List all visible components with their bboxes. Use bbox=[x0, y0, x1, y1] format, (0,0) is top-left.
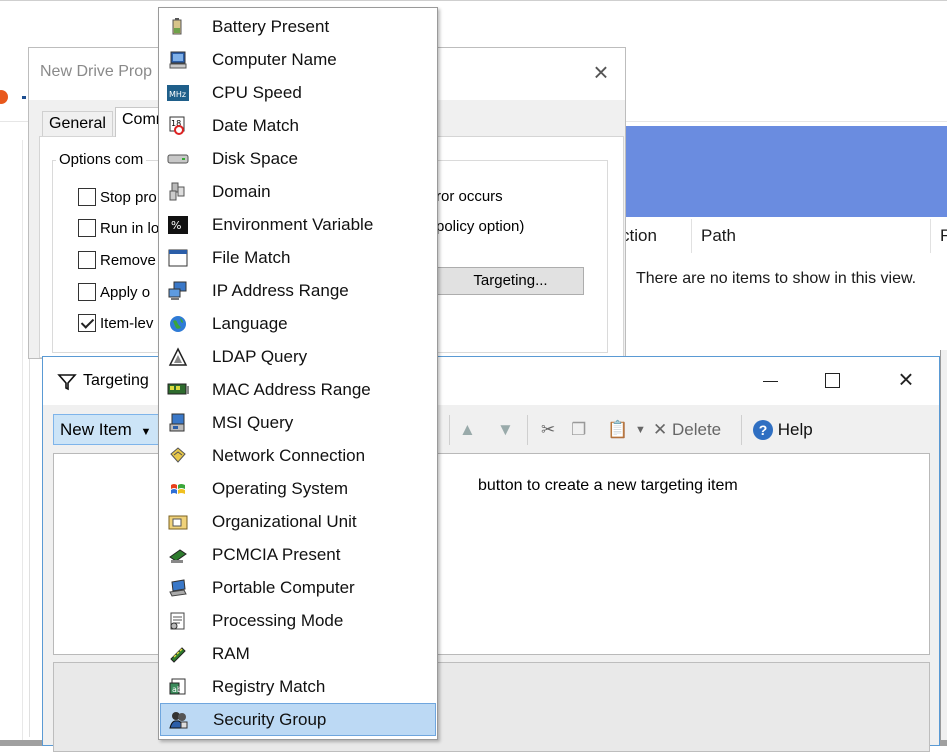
hint-text: button to create a new targeting item bbox=[478, 477, 738, 494]
move-up-icon[interactable]: ▲ bbox=[459, 417, 476, 443]
chevron-down-icon: ▼ bbox=[140, 426, 152, 438]
targeting-title: Targeting bbox=[83, 372, 149, 389]
menu-item-organizational-unit[interactable]: Organizational Unit bbox=[160, 505, 436, 538]
toolbar-separator bbox=[527, 415, 528, 445]
menu-item-processing-mode[interactable]: Processing Mode bbox=[160, 604, 436, 637]
menu-item-operating-system[interactable]: Operating System bbox=[160, 472, 436, 505]
menu-item-environment-variable[interactable]: % Environment Variable bbox=[160, 208, 436, 241]
cut-icon[interactable]: ✂ bbox=[541, 417, 555, 443]
targeting-button[interactable]: Targeting... bbox=[437, 267, 584, 295]
column-f[interactable]: F bbox=[940, 217, 947, 255]
toolbar-dot-icon bbox=[22, 96, 26, 99]
ou-icon bbox=[166, 511, 190, 533]
menu-item-date-match[interactable]: 18 Date Match bbox=[160, 109, 436, 142]
menu-item-ldap-query[interactable]: LDAP Query bbox=[160, 340, 436, 373]
tab-general[interactable]: General bbox=[42, 111, 113, 137]
empty-list-message: There are no items to show in this view. bbox=[636, 270, 917, 287]
network-computers-icon bbox=[166, 280, 190, 302]
menu-item-domain[interactable]: Domain bbox=[160, 175, 436, 208]
menu-item-computer-name[interactable]: Computer Name bbox=[160, 43, 436, 76]
menu-item-file-match[interactable]: File Match bbox=[160, 241, 436, 274]
new-item-button[interactable]: New Item ▼ bbox=[53, 414, 161, 445]
registry-icon: ab bbox=[166, 676, 190, 698]
globe-icon bbox=[166, 313, 190, 335]
paste-icon[interactable]: 📋 bbox=[607, 417, 628, 443]
checkbox[interactable] bbox=[78, 251, 96, 269]
menu-item-disk-space[interactable]: Disk Space bbox=[160, 142, 436, 175]
menu-item-ip-address-range[interactable]: IP Address Range bbox=[160, 274, 436, 307]
pcmcia-icon bbox=[166, 544, 190, 566]
menu-item-msi-query[interactable]: MSI Query bbox=[160, 406, 436, 439]
options-group-label: Options com bbox=[56, 151, 147, 168]
disk-icon bbox=[166, 148, 190, 170]
column-path[interactable]: Path bbox=[701, 217, 736, 255]
column-action[interactable]: ction bbox=[621, 217, 657, 255]
option-text-tail: policy option) bbox=[436, 218, 525, 235]
new-item-menu: Battery Present Computer Name MHz CPU Sp… bbox=[158, 7, 438, 740]
menu-item-portable-computer[interactable]: Portable Computer bbox=[160, 571, 436, 604]
close-icon: ✕ bbox=[653, 420, 668, 439]
chevron-down-icon[interactable]: ▼ bbox=[635, 417, 646, 443]
nic-icon bbox=[166, 379, 190, 401]
network-connection-icon bbox=[166, 445, 190, 467]
list-header: ction Path F bbox=[621, 217, 947, 255]
delete-button[interactable]: ✕ Delete bbox=[653, 417, 721, 443]
file-window-icon bbox=[166, 247, 190, 269]
move-down-icon[interactable]: ▼ bbox=[497, 417, 514, 443]
checkbox[interactable] bbox=[78, 188, 96, 206]
minimize-icon[interactable] bbox=[759, 369, 783, 393]
scrollbar[interactable] bbox=[940, 350, 947, 740]
menu-item-language[interactable]: Language bbox=[160, 307, 436, 340]
checkbox[interactable] bbox=[78, 219, 96, 237]
battery-icon bbox=[166, 16, 190, 38]
option-stop-processing[interactable]: Stop pro bbox=[78, 187, 157, 207]
svg-text:%: % bbox=[171, 219, 181, 232]
filter-icon bbox=[57, 374, 77, 391]
close-icon[interactable]: × bbox=[588, 59, 614, 86]
menu-item-ram[interactable]: RAM bbox=[160, 637, 436, 670]
column-separator bbox=[930, 219, 931, 253]
menu-item-network-connection[interactable]: Network Connection bbox=[160, 439, 436, 472]
close-icon[interactable]: × bbox=[893, 366, 919, 393]
svg-text:MHz: MHz bbox=[169, 90, 186, 99]
help-button[interactable]: ? Help bbox=[753, 417, 813, 443]
dialog-title: New Drive Prop bbox=[40, 63, 153, 80]
ram-icon bbox=[166, 643, 190, 665]
navigation-pane bbox=[0, 122, 30, 737]
calendar-icon: 18 bbox=[166, 115, 190, 137]
checkbox[interactable] bbox=[78, 283, 96, 301]
msi-icon bbox=[166, 412, 190, 434]
option-apply-once[interactable]: Apply o bbox=[78, 282, 150, 302]
toolbar-separator bbox=[449, 415, 450, 445]
pane-divider bbox=[22, 140, 23, 740]
help-icon: ? bbox=[753, 420, 773, 440]
domain-icon bbox=[166, 181, 190, 203]
ldap-icon bbox=[166, 346, 190, 368]
maximize-icon[interactable] bbox=[825, 373, 840, 388]
menu-item-cpu-speed[interactable]: MHz CPU Speed bbox=[160, 76, 436, 109]
background-titlebar bbox=[0, 0, 947, 48]
percent-icon: % bbox=[166, 214, 190, 236]
copy-icon[interactable]: ❐ bbox=[571, 417, 586, 443]
option-remove[interactable]: Remove bbox=[78, 250, 156, 270]
svg-text:ab: ab bbox=[172, 685, 182, 694]
mhz-icon: MHz bbox=[166, 82, 190, 104]
checkbox-checked[interactable] bbox=[78, 314, 96, 332]
option-item-level-targeting[interactable]: Item-lev bbox=[78, 313, 153, 333]
menu-item-security-group[interactable]: Security Group bbox=[160, 703, 436, 736]
laptop-icon bbox=[166, 577, 190, 599]
windows-flag-icon bbox=[166, 478, 190, 500]
processing-icon bbox=[166, 610, 190, 632]
menu-item-registry-match[interactable]: ab Registry Match bbox=[160, 670, 436, 703]
menu-item-pcmcia-present[interactable]: PCMCIA Present bbox=[160, 538, 436, 571]
toolbar-separator bbox=[741, 415, 742, 445]
option-run-in-logged-on[interactable]: Run in lo bbox=[78, 218, 159, 238]
menu-item-battery-present[interactable]: Battery Present bbox=[160, 10, 436, 43]
column-separator bbox=[691, 219, 692, 253]
menu-item-mac-address-range[interactable]: MAC Address Range bbox=[160, 373, 436, 406]
blue-banner bbox=[625, 126, 947, 217]
security-group-icon bbox=[167, 709, 191, 731]
computer-icon bbox=[166, 49, 190, 71]
option-text-tail: ror occurs bbox=[436, 188, 503, 205]
